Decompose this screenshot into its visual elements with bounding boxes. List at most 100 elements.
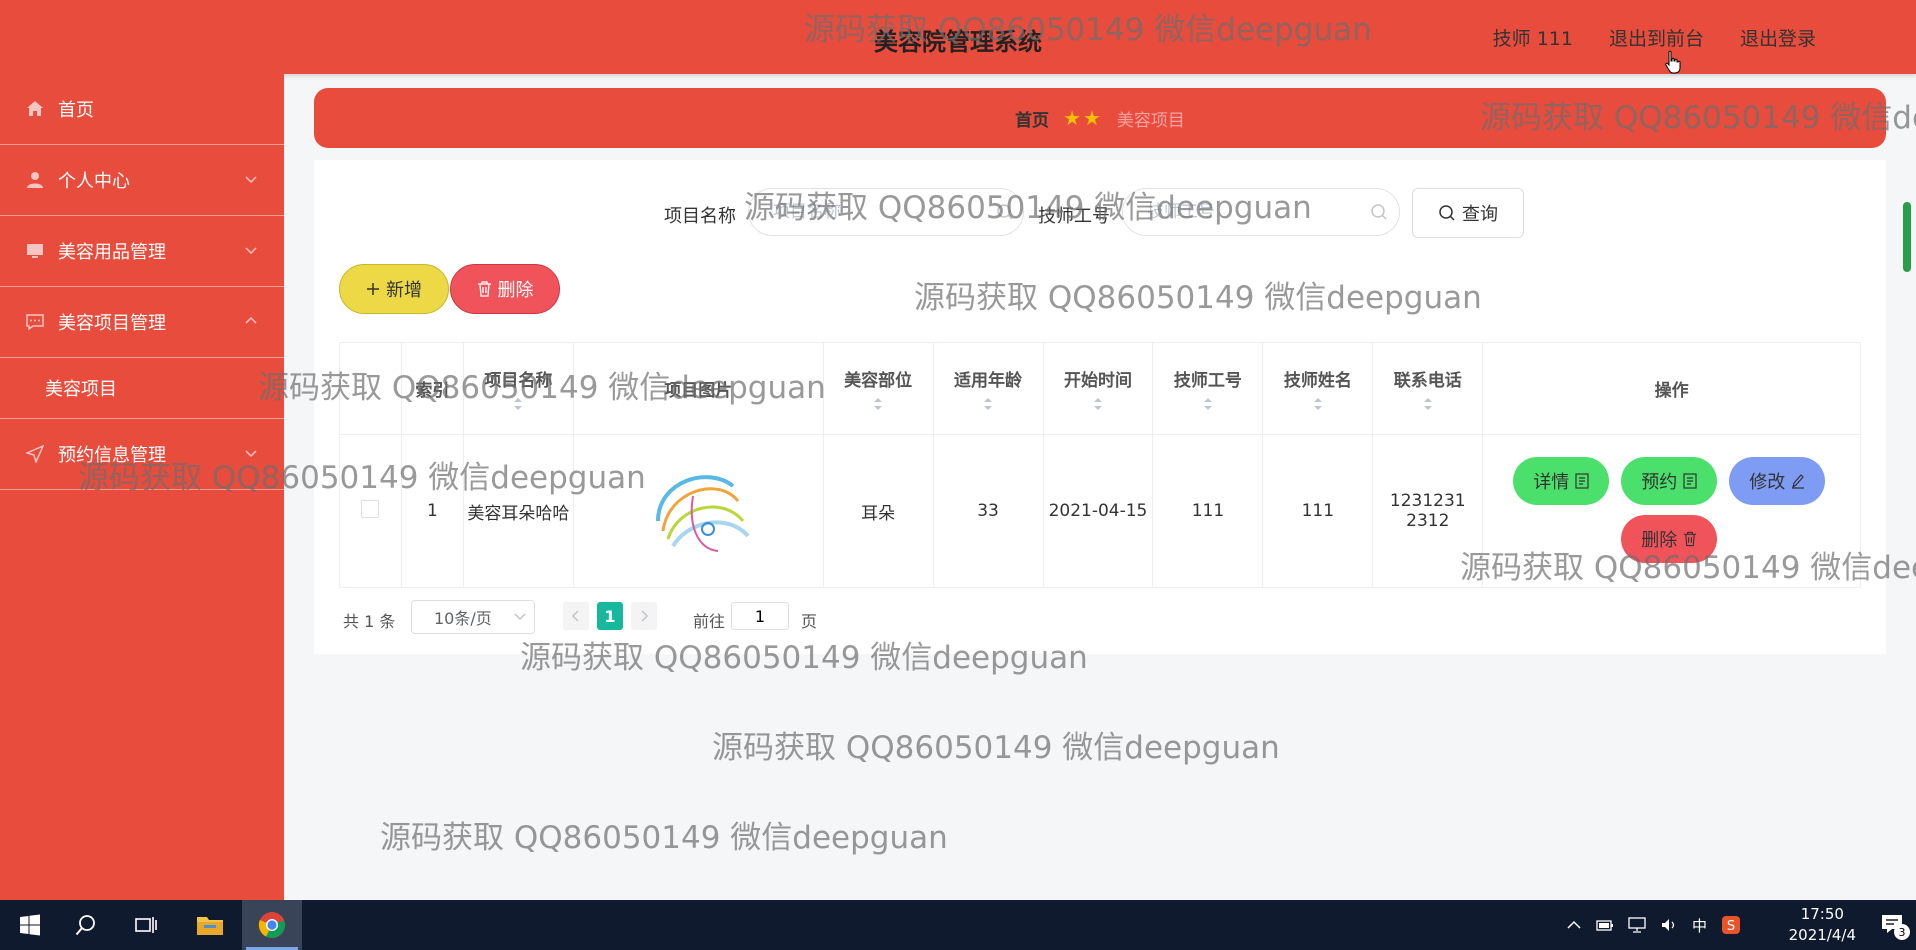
project-thumbnail-image[interactable] [638,451,759,571]
main-panel: 项目名称 技师工号 查询 新增 删除 索引 项目名称 项目图片 [314,160,1886,654]
column-header[interactable]: 联系电话 [1372,342,1484,435]
pagination-total: 共 1 条 [343,612,396,631]
chevron-right-icon [641,610,649,622]
battery-icon[interactable] [1596,918,1614,932]
search-icon [997,204,1013,220]
batch-delete-label: 删除 [497,280,534,301]
svg-text:S: S [1727,919,1735,934]
sidebar-item-label: 个人中心 [58,171,130,192]
page-number-current[interactable]: 1 [597,602,623,630]
chevron-left-icon [571,610,579,622]
ime-indicator[interactable]: 中 [1692,915,1707,936]
sidebar-item-projects[interactable]: 美容项目管理 [0,287,284,358]
sogou-input-icon[interactable]: S [1721,915,1741,935]
sidebar-subitem-beauty-projects[interactable]: 美容项目 [0,358,284,419]
page-scrollbar[interactable] [1903,202,1911,272]
sidebar-item-reservations[interactable]: 预约信息管理 [0,419,284,490]
column-header[interactable]: 项目图片 [572,342,824,435]
tech-no-input[interactable] [1122,188,1400,236]
column-header[interactable]: 索引 [400,342,464,435]
start-button[interactable] [0,900,60,950]
cell-image [572,434,824,588]
task-view-icon [135,917,157,933]
breadcrumb-home[interactable]: 首页 [1015,106,1049,131]
edit-label: 修改 [1749,472,1786,493]
column-header[interactable]: 美容部位 [822,342,934,435]
sidebar-item-supplies[interactable]: 美容用品管理 [0,216,284,287]
volume-icon[interactable] [1660,917,1678,933]
sort-icon[interactable] [1313,397,1323,411]
sort-icon[interactable] [983,397,993,411]
sidebar-item-label: 预约信息管理 [58,445,166,466]
task-view-button[interactable] [116,900,176,950]
chevron-up-icon [245,316,257,324]
cell-phone: 12312312312 [1372,434,1484,588]
query-button-label: 查询 [1462,204,1498,225]
home-icon [24,98,46,120]
goto-label: 前往 [693,612,726,631]
sort-icon[interactable] [1203,397,1213,411]
back-to-front-link[interactable]: 退出到前台 [1609,24,1704,51]
file-explorer-button[interactable] [180,900,240,950]
chrome-icon [258,912,285,938]
search-icon [1439,205,1455,221]
cell-age: 33 [932,434,1044,588]
search-form: 项目名称 技师工号 查询 [314,188,1886,238]
cell-tech-name: 111 [1262,434,1374,588]
top-header: 美容院管理系统 技师 111 退出到前台 退出登录 [0,0,1916,74]
page-size-select[interactable]: 10条/页 [411,600,535,634]
network-icon[interactable] [1628,917,1646,933]
sidebar-item-home[interactable]: 首页 [0,74,284,145]
edit-button[interactable]: 修改 [1729,457,1826,505]
tech-no-label: 技师工号 [1038,206,1110,227]
column-header: 操作 [1482,342,1861,435]
chevron-down-icon [514,613,526,621]
pencil-icon [1792,474,1805,489]
query-button[interactable]: 查询 [1412,188,1524,238]
detail-button[interactable]: 详情 [1513,457,1610,505]
breadcrumb-current: 美容项目 [1116,110,1185,131]
column-header[interactable]: 开始时间 [1042,342,1154,435]
logout-link[interactable]: 退出登录 [1740,24,1816,51]
plus-icon [367,283,379,295]
row-delete-label: 删除 [1641,530,1678,551]
page-suffix: 页 [801,612,818,631]
column-header[interactable]: 技师工号 [1152,342,1264,435]
chevron-down-icon [245,176,257,184]
taskbar-clock[interactable]: 17:50 2021/4/4 [1789,904,1856,946]
goto-page-input[interactable] [731,602,789,630]
chrome-taskbar-button[interactable] [242,900,302,950]
column-header[interactable]: 适用年龄 [932,342,1044,435]
cell-start-time: 2021-04-15 [1042,434,1154,588]
next-page-button[interactable] [631,602,657,630]
chevron-down-icon [245,247,257,255]
breadcrumb: 首页 ★★ 美容项目 [314,88,1886,148]
taskbar-search-button[interactable] [56,900,116,950]
book-button[interactable]: 预约 [1621,457,1718,505]
pagination: 共 1 条 10条/页 1 前往 页 [339,600,939,640]
sort-icon[interactable] [513,397,523,411]
select-all-column [339,342,402,435]
sidebar-item-label: 美容用品管理 [58,242,166,263]
sort-icon[interactable] [873,397,883,411]
batch-delete-button[interactable]: 删除 [450,264,560,314]
project-table: 索引 项目名称 项目图片 美容部位 适用年龄 开始时间 技师工号 技师姓名 联系… [339,342,1861,588]
row-delete-button[interactable]: 删除 [1621,515,1718,563]
add-button[interactable]: 新增 [339,264,449,314]
project-name-input[interactable] [748,188,1024,236]
sort-icon[interactable] [1423,397,1433,411]
monitor-icon [24,240,46,262]
sidebar-item-profile[interactable]: 个人中心 [0,145,284,216]
current-user-label[interactable]: 技师 111 [1493,24,1573,51]
row-checkbox[interactable] [361,499,380,518]
prev-page-button[interactable] [563,602,589,630]
column-header[interactable]: 技师姓名 [1262,342,1374,435]
column-header[interactable]: 项目名称 [462,342,574,435]
watermark-text: 源码获取 QQ86050149 微信deepguan [380,820,948,856]
sort-icon[interactable] [1093,397,1103,411]
page-size-value: 10条/页 [434,609,492,628]
watermark-text: 源码获取 QQ86050149 微信deepguan [712,730,1280,766]
cell-index: 1 [400,434,464,588]
cell-operations: 详情 预约 修改 删除 [1482,434,1861,588]
chevron-up-icon[interactable] [1566,920,1582,930]
